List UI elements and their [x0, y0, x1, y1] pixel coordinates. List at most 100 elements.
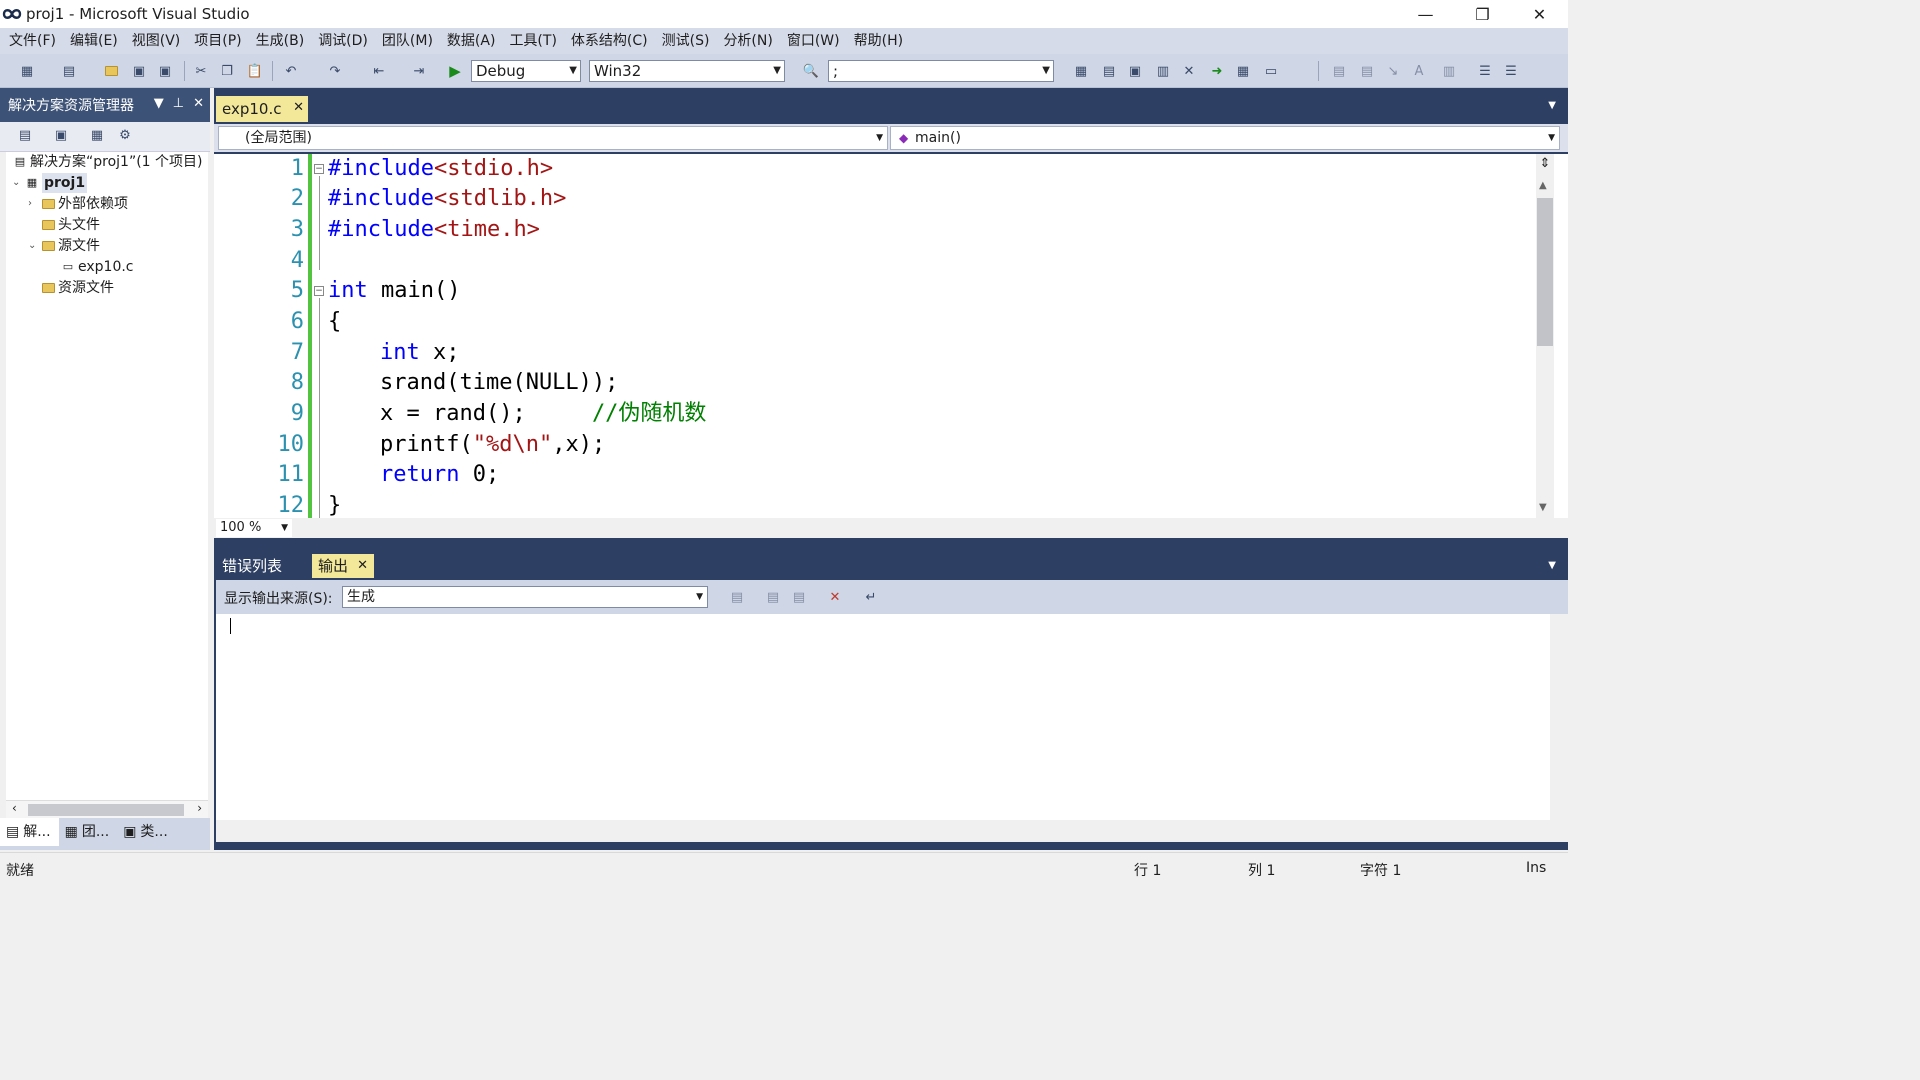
collapse-region-icon[interactable]: −	[314, 286, 324, 296]
find-in-files-icon[interactable]: 🔍	[802, 62, 820, 80]
menu-file[interactable]: 文件(F)	[2, 28, 63, 54]
bookmark-icon[interactable]: ↘	[1384, 62, 1402, 80]
new-project-icon[interactable]: ▦	[18, 62, 36, 80]
start-debugging-icon[interactable]: ▶	[446, 62, 464, 80]
menu-view[interactable]: 视图(V)	[125, 28, 188, 54]
uncomment-icon[interactable]: ▤	[1358, 62, 1376, 80]
output-source-select[interactable]: 生成 ▼	[342, 586, 708, 608]
properties-icon[interactable]: ⚙	[116, 128, 134, 146]
tab-output[interactable]: 输出 ✕	[312, 554, 375, 578]
save-all-icon[interactable]: ▣	[156, 62, 174, 80]
tab-team-explorer[interactable]: ▦ 团...	[59, 818, 118, 846]
format-icon[interactable]: A	[1410, 62, 1428, 80]
menu-help[interactable]: 帮助(H)	[847, 28, 910, 54]
comment-out-icon[interactable]: ▤	[1330, 62, 1348, 80]
decrease-indent-icon[interactable]: ☰	[1476, 62, 1494, 80]
tab-error-list[interactable]: 错误列表	[216, 554, 288, 578]
copy-icon[interactable]: ❐	[218, 62, 236, 80]
navigate-backward-icon[interactable]: ⇤	[370, 62, 388, 80]
tab-solution-explorer[interactable]: ▤ 解...	[0, 818, 59, 846]
expand-chevron-icon[interactable]: ›	[28, 194, 40, 214]
scroll-up-icon[interactable]: ▲	[1539, 180, 1547, 191]
restore-button[interactable]: ❐	[1454, 0, 1511, 28]
menu-build[interactable]: 生成(B)	[249, 28, 312, 54]
tree-item-external-deps[interactable]: › 外部依赖项	[28, 194, 128, 214]
menu-project[interactable]: 项目(P)	[187, 28, 248, 54]
refresh-icon[interactable]: ▣	[52, 128, 70, 146]
function-select[interactable]: ◆ main() ▼	[890, 126, 1560, 150]
tab-list-chevron-icon[interactable]: ▼	[1548, 100, 1556, 111]
close-window-button[interactable]: ✕	[1511, 0, 1568, 28]
menu-architecture[interactable]: 体系结构(C)	[564, 28, 655, 54]
view-code-icon[interactable]: ▦	[88, 128, 106, 146]
clear-all-icon[interactable]: ✕	[826, 588, 844, 606]
redo-icon[interactable]: ↷	[326, 62, 344, 80]
horizontal-scrollbar[interactable]	[216, 820, 1568, 842]
tab-exp10-c[interactable]: exp10.c ✕	[216, 96, 308, 122]
properties-icon[interactable]: ▤	[1100, 62, 1118, 80]
menu-tools[interactable]: 工具(T)	[502, 28, 563, 54]
scrollbar-thumb[interactable]	[1537, 198, 1553, 346]
tools-icon[interactable]: ✕	[1180, 62, 1198, 80]
vertical-scrollbar[interactable]	[1550, 614, 1568, 822]
close-tab-icon[interactable]: ✕	[293, 100, 304, 115]
increase-indent-icon[interactable]: ☰	[1502, 62, 1520, 80]
horizontal-scrollbar[interactable]: ‹ ›	[6, 800, 208, 818]
collapse-chevron-icon[interactable]: ⌄	[28, 236, 40, 256]
undo-icon[interactable]: ↶	[282, 62, 300, 80]
navigate-forward-icon[interactable]: ⇥	[410, 62, 428, 80]
open-file-icon[interactable]	[102, 62, 120, 80]
split-handle-icon[interactable]: ⇕	[1537, 156, 1553, 174]
tree-item-source-files[interactable]: ⌄ 源文件	[28, 236, 100, 256]
collapse-chevron-icon[interactable]: ⌄	[12, 173, 24, 193]
find-message-icon[interactable]: ▤	[728, 588, 746, 606]
solution-explorer-icon[interactable]: ▦	[1072, 62, 1090, 80]
menu-edit[interactable]: 编辑(E)	[63, 28, 125, 54]
tree-item-resource-files[interactable]: 资源文件	[40, 278, 114, 298]
panel-menu-chevron-icon[interactable]: ▼	[1548, 560, 1556, 571]
output-text-area[interactable]	[216, 614, 1568, 822]
scroll-down-icon[interactable]: ▼	[1539, 502, 1547, 513]
extension-manager-icon[interactable]: ▦	[1234, 62, 1252, 80]
panel-menu-chevron-icon[interactable]: ▼	[154, 96, 164, 111]
solution-platform-select[interactable]: Win32 ▼	[589, 60, 785, 82]
solution-configuration-select[interactable]: Debug ▼	[471, 60, 581, 82]
menu-data[interactable]: 数据(A)	[440, 28, 503, 54]
close-tab-icon[interactable]: ✕	[357, 554, 368, 578]
menu-analyze[interactable]: 分析(N)	[716, 28, 779, 54]
tree-item-solution[interactable]: ▤ 解决方案“proj1”(1 个项目)	[12, 152, 203, 172]
scroll-right-icon[interactable]: ›	[197, 801, 202, 815]
toggle-word-wrap-icon[interactable]: ↵	[862, 588, 880, 606]
save-icon[interactable]: ▣	[130, 62, 148, 80]
paste-icon[interactable]: 📋	[246, 62, 264, 80]
toolbox-icon[interactable]: ▥	[1154, 62, 1172, 80]
previous-message-icon[interactable]: ▤	[764, 588, 782, 606]
menu-test[interactable]: 测试(S)	[655, 28, 717, 54]
next-message-icon[interactable]: ▤	[790, 588, 808, 606]
pin-icon[interactable]: ⊥	[173, 96, 184, 111]
code-view[interactable]: 1 2 3 4 5 6 7 8 9 10 11 12 − − #include<…	[214, 154, 1568, 518]
scope-select[interactable]: (全局范围) ▼	[218, 126, 888, 150]
tree-item-file[interactable]: ▭ exp10.c	[60, 257, 134, 277]
object-browser-icon[interactable]: ▣	[1126, 62, 1144, 80]
menu-team[interactable]: 团队(M)	[375, 28, 440, 54]
scrollbar-thumb[interactable]	[28, 804, 184, 816]
close-icon[interactable]: ✕	[193, 96, 204, 111]
menu-window[interactable]: 窗口(W)	[780, 28, 847, 54]
tree-item-project[interactable]: ⌄ ▦ proj1	[12, 173, 88, 193]
start-page-icon[interactable]: ➜	[1208, 62, 1226, 80]
minimize-button[interactable]: —	[1397, 0, 1454, 28]
zoom-select[interactable]: 100 % ▼	[216, 519, 292, 537]
indent-icon[interactable]: ▥	[1440, 62, 1458, 80]
command-window-icon[interactable]: ▭	[1262, 62, 1280, 80]
menu-debug[interactable]: 调试(D)	[311, 28, 375, 54]
cut-icon[interactable]: ✂	[192, 62, 210, 80]
collapse-region-icon[interactable]: −	[314, 164, 324, 174]
tree-item-header-files[interactable]: 头文件	[40, 215, 100, 235]
scroll-left-icon[interactable]: ‹	[12, 801, 17, 815]
add-item-icon[interactable]: ▤	[60, 62, 78, 80]
vertical-scrollbar[interactable]: ⇕ ▲ ▼	[1536, 154, 1554, 518]
tab-class-view[interactable]: ▣ 类...	[117, 818, 176, 846]
show-all-files-icon[interactable]: ▤	[16, 128, 34, 146]
find-combo[interactable]: ; ▼	[828, 60, 1054, 82]
